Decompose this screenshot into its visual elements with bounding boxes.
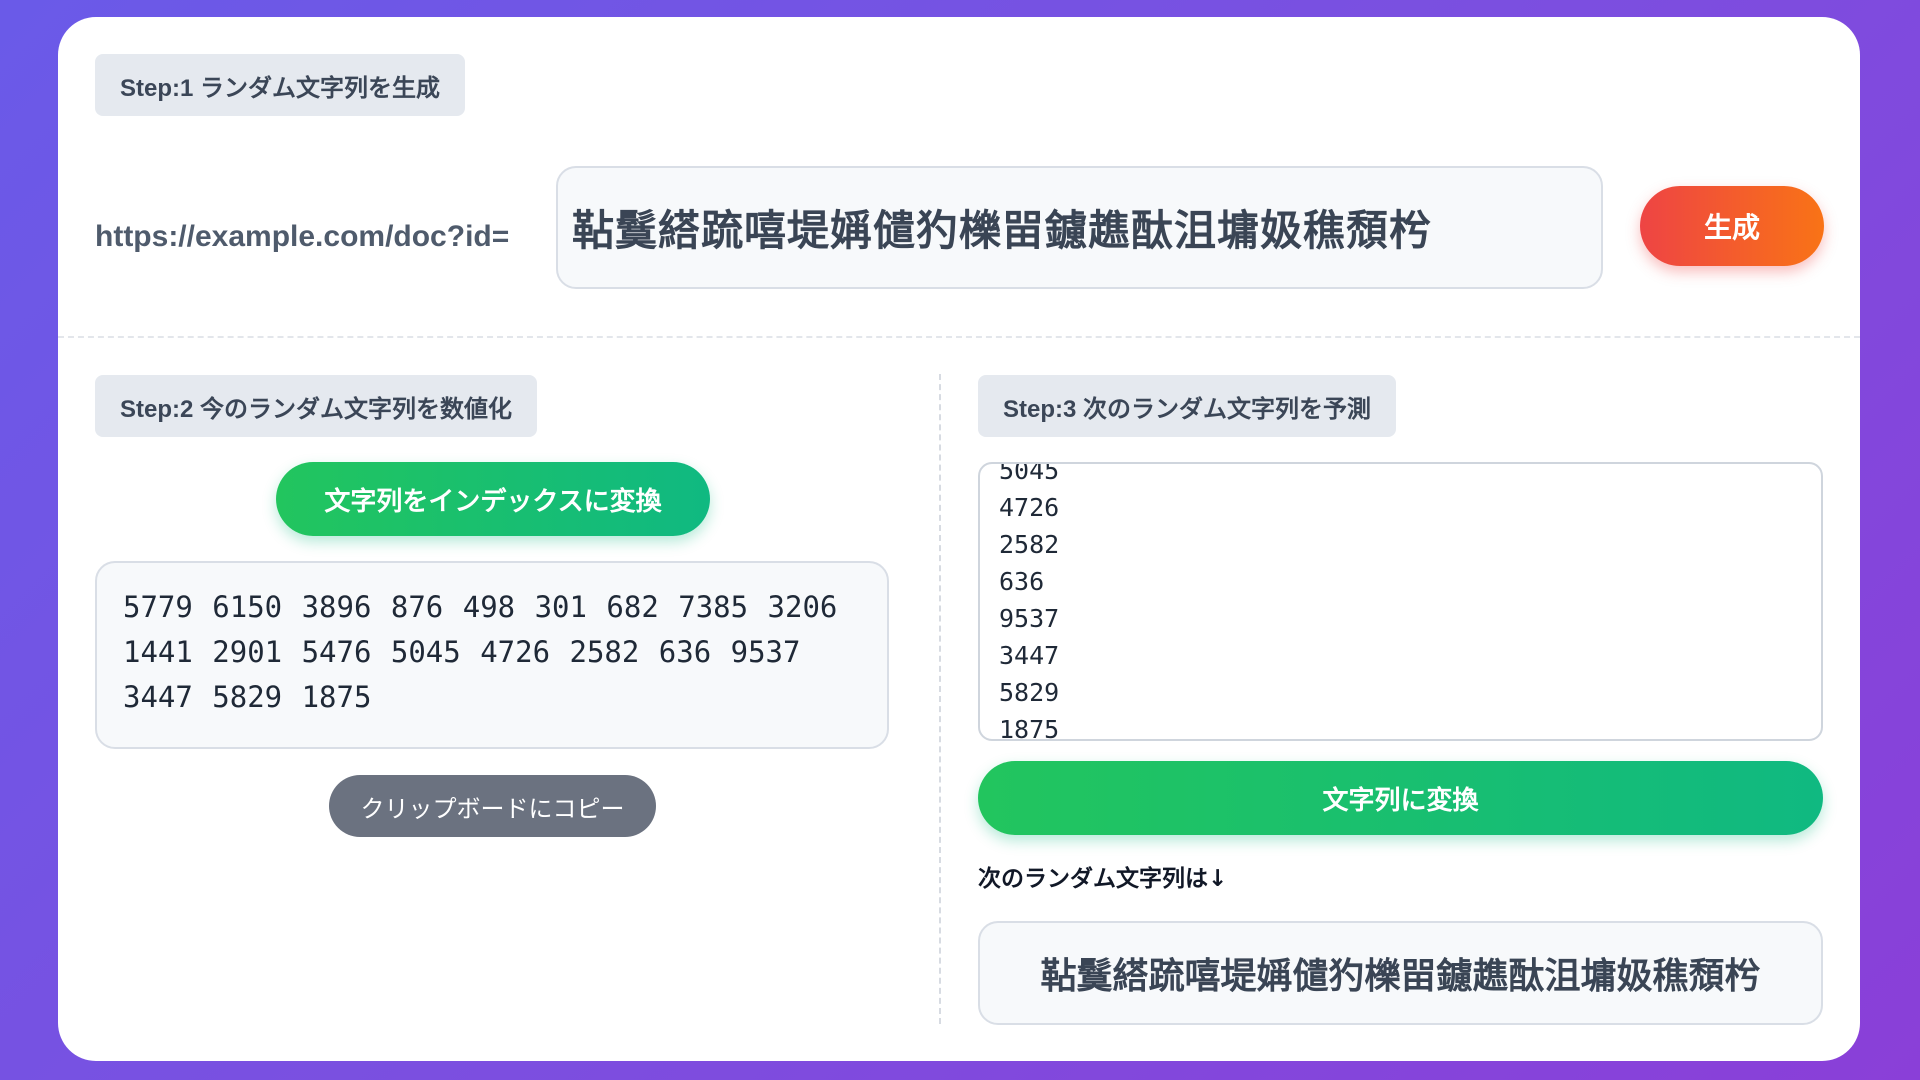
predicted-index-line: 3447 [999,641,1060,670]
predicted-index-line: 4726 [999,493,1060,522]
predicted-index-line: 5829 [999,678,1060,707]
index-output[interactable]: 5779 6150 3896 876 498 301 682 7385 3206… [95,561,889,749]
predicted-indices-textarea[interactable]: 5045 4726 2582 636 9537 3447 5829 1875 [978,462,1823,741]
predicted-index-line: 9537 [999,604,1060,633]
random-string-field[interactable]: 䩞鬕䌋䟽嘻堤㛵儙犳櫟㽞鑢趭酞沮墉㚫穛頹枍 [556,166,1603,289]
convert-to-index-button[interactable]: 文字列をインデックスに変換 [276,462,710,536]
step3-label: Step:3 次のランダム文字列を予測 [978,375,1397,437]
generate-button[interactable]: 生成 [1640,186,1824,266]
url-prefix: https://example.com/doc?id= [95,220,510,253]
convert-to-string-button[interactable]: 文字列に変換 [978,761,1823,835]
section-divider [58,336,1860,338]
column-divider [939,374,941,1024]
result-string-field[interactable]: 䩞鬕䌋䟽嘻堤㛵儙犳櫟㽞鑢趭酞沮墉㚫穛頹枍 [978,921,1823,1025]
step2-label: Step:2 今のランダム文字列を数値化 [95,375,538,437]
predicted-index-line: 2582 [999,530,1060,559]
predicted-index-line: 1875 [999,715,1060,741]
predicted-index-line: 5045 [999,462,1060,485]
step1-label: Step:1 ランダム文字列を生成 [95,54,466,116]
predicted-indices-list: 5045 4726 2582 636 9537 3447 5829 1875 [999,462,1060,741]
main-card: Step:1 ランダム文字列を生成 https://example.com/do… [58,17,1860,1061]
copy-clipboard-button[interactable]: クリップボードにコピー [329,775,656,837]
next-string-label: 次のランダム文字列は↓ [978,866,1228,892]
predicted-index-line: 636 [999,567,1045,596]
